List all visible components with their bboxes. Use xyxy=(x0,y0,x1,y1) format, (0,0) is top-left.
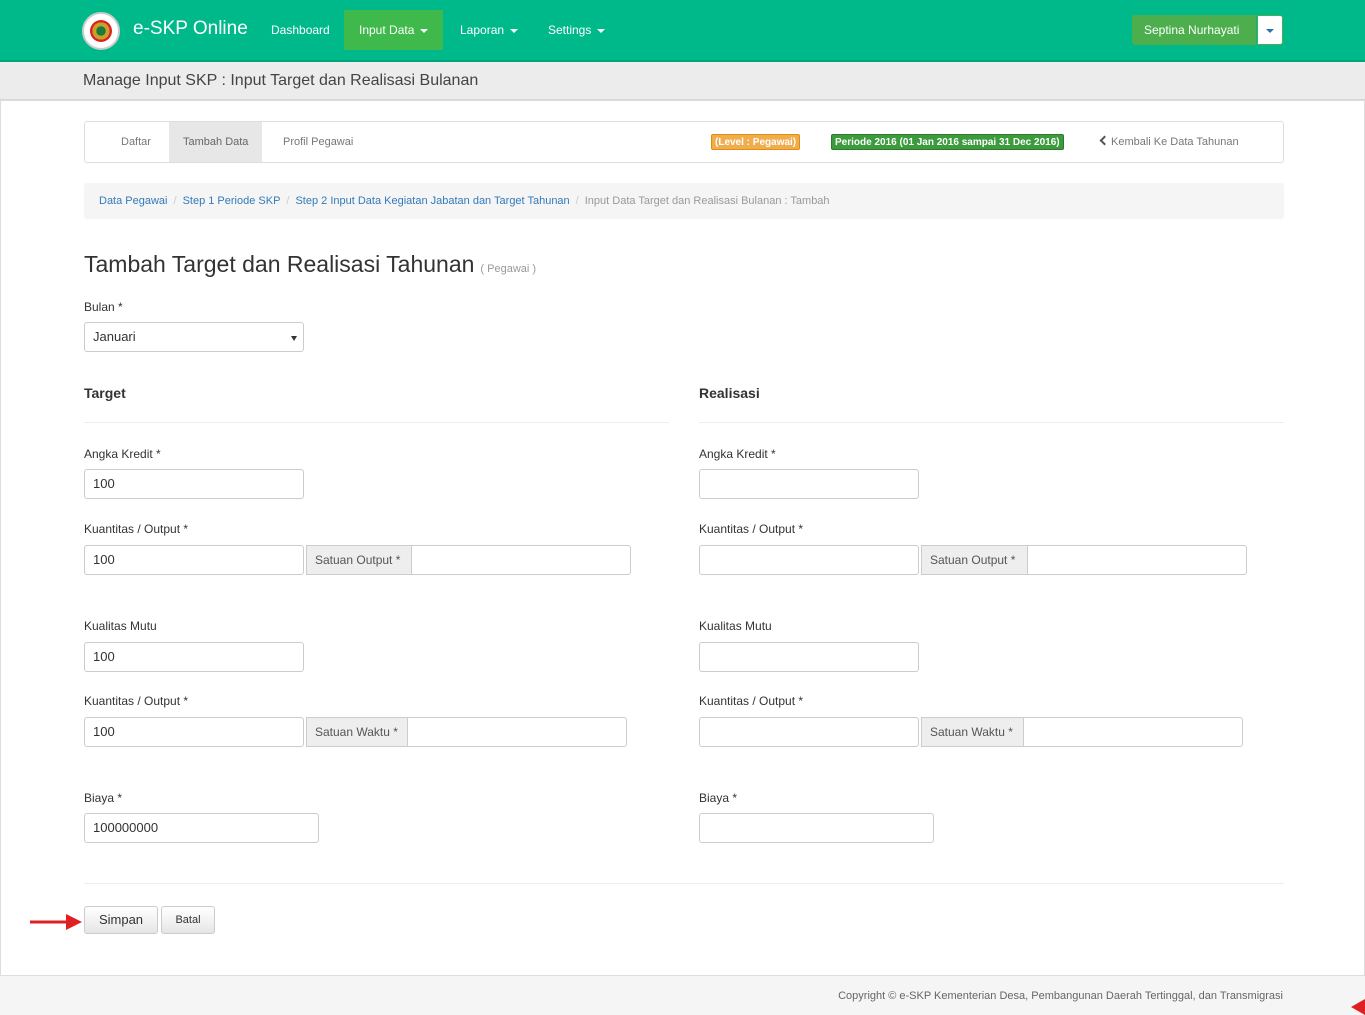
form-footer-divider xyxy=(84,883,1284,884)
form-title-text: Tambah Target dan Realisasi Tahunan xyxy=(84,251,475,277)
realisasi-biaya-input[interactable] xyxy=(699,813,934,843)
realisasi-satuan-waktu-input[interactable] xyxy=(1023,717,1243,747)
main-panel: Daftar Tambah Data Profil Pegawai (Level… xyxy=(0,100,1365,976)
save-button[interactable]: Simpan xyxy=(84,906,158,934)
breadcrumb: Data Pegawai / Step 1 Periode SKP / Step 2 I… xyxy=(84,183,1284,219)
target-biaya-input[interactable]: 100000000 xyxy=(84,813,319,843)
red-arrow-annotation xyxy=(1351,999,1365,1015)
periode-badge: Periode 2016 (01 Jan 2016 sampai 31 Dec … xyxy=(831,134,1064,150)
tab-profil-pegawai[interactable]: Profil Pegawai xyxy=(269,122,367,162)
tab-daftar[interactable]: Daftar xyxy=(107,122,165,162)
top-navbar: e-SKP Online Dashboard Input Data Lapora… xyxy=(0,0,1365,62)
realisasi-biaya-label: Biaya * xyxy=(699,791,738,805)
breadcrumb-separator: / xyxy=(173,195,177,207)
bulan-label: Bulan * xyxy=(84,300,123,314)
chevron-left-icon xyxy=(1099,135,1110,146)
back-link-label: Kembali Ke Data Tahunan xyxy=(1111,136,1239,148)
realisasi-kualitas-input[interactable] xyxy=(699,642,919,672)
realisasi-kuantitas-label: Kuantitas / Output * xyxy=(699,522,804,536)
satuan-output-addon: Satuan Output * xyxy=(921,545,1029,575)
nav-settings-label: Settings xyxy=(548,23,592,37)
breadcrumb-current: Input Data Target dan Realisasi Bulanan … xyxy=(584,195,830,207)
realisasi-section-title: Realisasi xyxy=(699,385,760,401)
breadcrumb-data-pegawai[interactable]: Data Pegawai xyxy=(99,195,168,207)
nav-laporan-label: Laporan xyxy=(460,23,505,37)
target-satuan-waktu-input[interactable] xyxy=(407,717,627,747)
nav-dashboard[interactable]: Dashboard xyxy=(256,10,345,50)
chevron-down-icon xyxy=(510,28,519,33)
bulan-select[interactable]: Januari xyxy=(84,322,304,352)
target-kuantitas-waktu-label: Kuantitas / Output * xyxy=(84,694,189,708)
nav-input-data-label: Input Data xyxy=(359,23,415,37)
realisasi-angka-kredit-input[interactable] xyxy=(699,469,919,499)
divider xyxy=(84,422,669,423)
target-angka-kredit-label: Angka Kredit * xyxy=(84,447,161,461)
chevron-down-icon xyxy=(420,28,429,33)
breadcrumb-separator: / xyxy=(575,195,579,207)
satuan-waktu-addon: Satuan Waktu * xyxy=(306,717,408,747)
chevron-down-icon xyxy=(597,28,606,33)
target-section-title: Target xyxy=(84,385,126,401)
realisasi-kuantitas-waktu-input[interactable] xyxy=(699,717,919,747)
realisasi-kuantitas-input[interactable] xyxy=(699,545,919,575)
tab-tambah-data[interactable]: Tambah Data xyxy=(169,122,263,162)
breadcrumb-separator: / xyxy=(286,195,290,207)
chevron-down-icon xyxy=(1266,29,1274,33)
breadcrumb-step1[interactable]: Step 1 Periode SKP xyxy=(183,195,281,207)
cancel-button[interactable]: Batal xyxy=(161,906,215,934)
app-logo[interactable] xyxy=(82,12,120,50)
realisasi-satuan-output-input[interactable] xyxy=(1027,545,1247,575)
realisasi-kualitas-label: Kualitas Mutu xyxy=(699,619,772,633)
target-biaya-label: Biaya * xyxy=(84,791,123,805)
bulan-selected-value: Januari xyxy=(93,329,136,344)
user-menu-toggle[interactable] xyxy=(1257,15,1283,45)
satuan-output-addon: Satuan Output * xyxy=(306,545,412,575)
divider xyxy=(699,422,1284,423)
chevron-down-icon xyxy=(291,336,297,341)
nav-laporan[interactable]: Laporan xyxy=(445,10,533,50)
satuan-waktu-addon: Satuan Waktu * xyxy=(921,717,1025,747)
page-header: Manage Input SKP : Input Target dan Real… xyxy=(0,62,1365,100)
user-menu-button[interactable]: Septina Nurhayati xyxy=(1132,15,1256,45)
red-arrow-annotation xyxy=(30,914,82,930)
form-title: Tambah Target dan Realisasi Tahunan ( Peg… xyxy=(84,251,536,278)
realisasi-angka-kredit-label: Angka Kredit * xyxy=(699,447,776,461)
realisasi-kuantitas-waktu-label: Kuantitas / Output * xyxy=(699,694,804,708)
breadcrumb-step2[interactable]: Step 2 Input Data Kegiatan Jabatan dan T… xyxy=(295,195,569,207)
nav-input-data[interactable]: Input Data xyxy=(344,10,444,50)
target-kualitas-label: Kualitas Mutu xyxy=(84,619,157,633)
form-title-role: ( Pegawai ) xyxy=(480,263,537,275)
emblem-icon xyxy=(90,20,112,42)
copyright-text: Copyright © e-SKP Kementerian Desa, Pemb… xyxy=(838,990,1283,1002)
back-to-annual-link[interactable]: Kembali Ke Data Tahunan xyxy=(1099,122,1239,162)
brand-name[interactable]: e-SKP Online xyxy=(133,18,248,40)
target-kualitas-input[interactable]: 100 xyxy=(84,642,304,672)
nav-settings[interactable]: Settings xyxy=(533,10,620,50)
target-kuantitas-label: Kuantitas / Output * xyxy=(84,522,189,536)
target-kuantitas-input[interactable]: 100 xyxy=(84,545,304,575)
target-satuan-output-input[interactable] xyxy=(411,545,631,575)
target-angka-kredit-input[interactable]: 100 xyxy=(84,469,304,499)
tab-bar: Daftar Tambah Data Profil Pegawai (Level… xyxy=(84,121,1284,163)
page-header-title: Manage Input SKP : Input Target dan Real… xyxy=(83,72,479,89)
page-footer: Copyright © e-SKP Kementerian Desa, Pemb… xyxy=(0,976,1365,1015)
level-badge: (Level : Pegawai) xyxy=(711,134,801,150)
target-kuantitas-waktu-input[interactable]: 100 xyxy=(84,717,304,747)
